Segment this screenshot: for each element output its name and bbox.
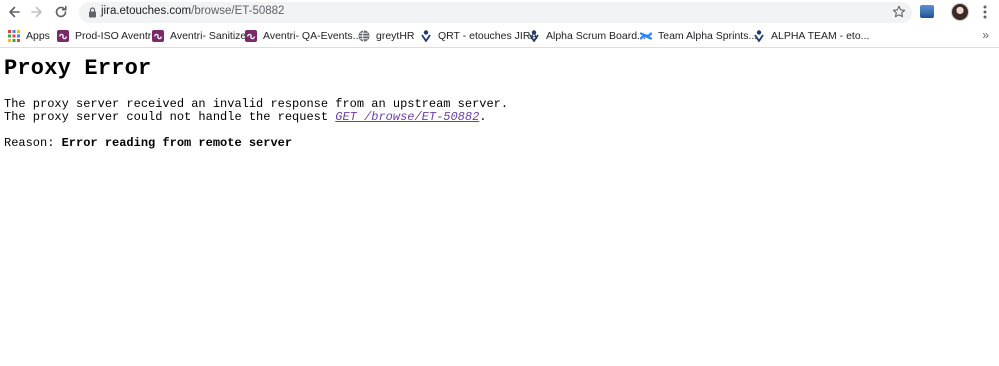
bookmark-team-alpha-sprints[interactable]: Team Alpha Sprints... (640, 29, 757, 43)
reload-button[interactable] (49, 0, 73, 24)
aventri-icon (152, 30, 164, 42)
url-text[interactable]: jira.etouches.com/browse/ET-50882 (101, 5, 284, 17)
bookmark-greythr[interactable]: greytHR (358, 29, 415, 43)
error-message-line-1: The proxy server received an invalid res… (4, 97, 509, 111)
bookmark-label: Aventri- Sanitize (170, 30, 247, 42)
reason-text: Error reading from remote server (61, 136, 293, 150)
bookmark-label: Aventri- QA-Events... (263, 30, 362, 42)
bookmark-label: Prod-ISO Aventri (75, 30, 154, 42)
bookmark-alpha-team[interactable]: ALPHA TEAM - eto... (753, 29, 869, 43)
bookmark-label: Apps (26, 30, 50, 42)
bookmark-label: Alpha Scrum Board... (546, 30, 646, 42)
menu-dots-icon[interactable] (978, 4, 992, 20)
bookmark-label: Team Alpha Sprints... (658, 30, 758, 42)
bookmark-label: QRT - etouches JIRA (438, 30, 538, 42)
jira-icon (529, 30, 539, 42)
forward-button[interactable] (25, 0, 49, 24)
url-path: /browse/ET-50882 (191, 5, 285, 17)
bookmark-star-icon[interactable] (892, 5, 906, 19)
jira-icon (421, 30, 431, 42)
request-link[interactable]: GET /browse/ET-50882 (335, 110, 479, 124)
arrow-right-icon (31, 6, 42, 18)
bookmark-aventri-sanitize[interactable]: Aventri- Sanitize (152, 29, 246, 43)
aventri-icon (245, 30, 257, 42)
url-host: jira.etouches.com (101, 5, 192, 17)
globe-icon (358, 30, 370, 42)
page-title: Proxy Error (4, 56, 152, 81)
arrow-left-icon (9, 6, 20, 18)
lock-icon (89, 7, 96, 18)
error-reason: Reason: Error reading from remote server (4, 136, 292, 150)
bookmark-qrt-etouches-jira[interactable]: QRT - etouches JIRA (420, 29, 537, 43)
back-button[interactable] (2, 0, 26, 24)
bookmark-label: ALPHA TEAM - eto... (771, 30, 870, 42)
aventri-icon (57, 30, 69, 42)
reason-label: Reason: (4, 136, 62, 150)
bookmarks-overflow-icon[interactable]: » (982, 28, 989, 42)
error-message-suffix: . (479, 110, 487, 124)
confluence-icon (640, 32, 652, 40)
error-message-line-2: The proxy server could not handle the re… (4, 110, 487, 124)
page-content: Proxy Error The proxy server received an… (0, 48, 999, 366)
apps-grid-icon (8, 30, 20, 42)
jira-icon (754, 30, 764, 42)
browser-toolbar: jira.etouches.com/browse/ET-50882 (0, 0, 999, 24)
address-bar[interactable]: jira.etouches.com/browse/ET-50882 (79, 2, 912, 23)
bookmark-prod-iso-aventri[interactable]: Prod-ISO Aventri (57, 29, 154, 43)
profile-avatar[interactable] (951, 3, 969, 21)
bookmark-label: greytHR (376, 30, 415, 42)
reload-icon (55, 5, 67, 18)
bookmark-apps[interactable]: Apps (8, 29, 50, 43)
error-message-prefix: The proxy server could not handle the re… (4, 110, 336, 124)
bookmarks-bar: Apps Prod-ISO Aventri Aventri- Sanitize … (0, 24, 999, 48)
extension-icon[interactable] (920, 5, 934, 18)
bookmark-aventri-qa-events[interactable]: Aventri- QA-Events... (245, 29, 361, 43)
bookmark-alpha-scrum-board[interactable]: Alpha Scrum Board... (528, 29, 646, 43)
